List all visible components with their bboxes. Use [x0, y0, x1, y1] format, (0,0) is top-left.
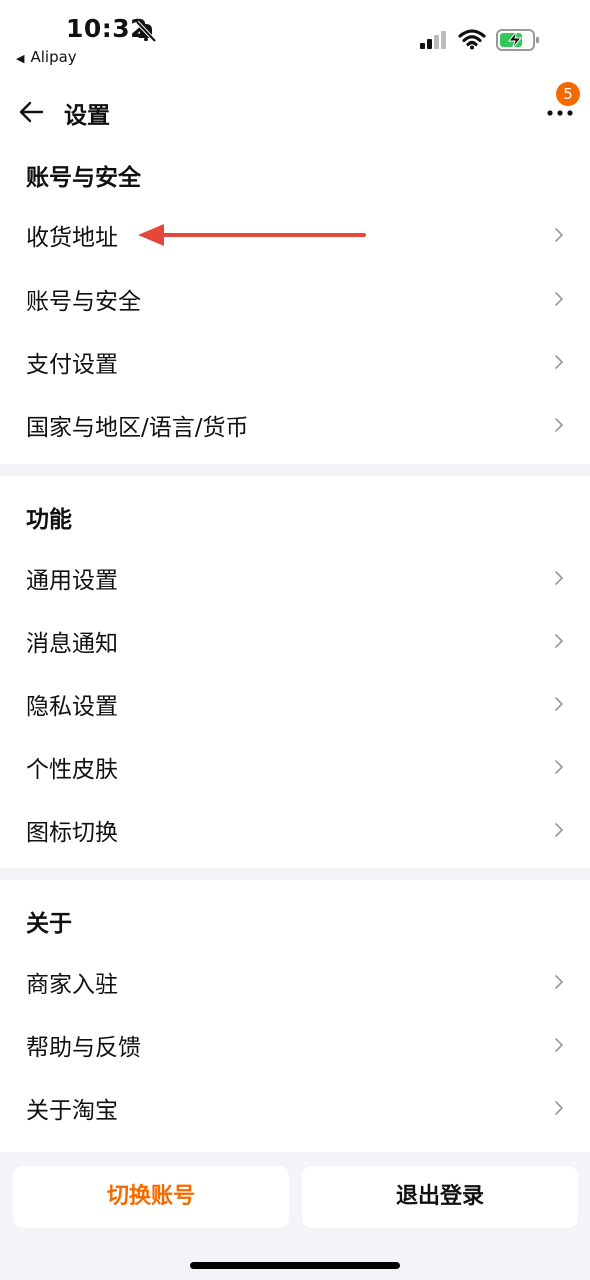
- section-account: 账号与安全 收货地址 账号与安全 支付设置 国家与地区/语言/货币: [0, 144, 590, 464]
- settings-item-help-feedback[interactable]: 帮助与反馈: [0, 1014, 590, 1076]
- settings-item-general[interactable]: 通用设置: [0, 547, 590, 609]
- settings-item-label: 商家入驻: [26, 972, 118, 998]
- chevron-right-icon: [555, 355, 563, 369]
- bell-muted-icon: [135, 20, 157, 42]
- page-title: 设置: [64, 103, 110, 129]
- chevron-right-icon: [555, 823, 563, 837]
- settings-item-label: 帮助与反馈: [26, 1035, 141, 1061]
- settings-item-label: 关于淘宝: [26, 1098, 118, 1124]
- section-title: 功能: [26, 507, 72, 533]
- settings-item-label: 个性皮肤: [26, 757, 118, 783]
- home-indicator[interactable]: [190, 1262, 400, 1269]
- settings-item-label: 账号与安全: [26, 289, 141, 315]
- chevron-right-icon: [555, 292, 563, 306]
- settings-item-label: 支付设置: [26, 352, 118, 378]
- chevron-right-icon: [555, 418, 563, 432]
- chevron-right-icon: [555, 1101, 563, 1115]
- battery-charging-icon: [496, 29, 539, 51]
- settings-item-payment[interactable]: 支付设置: [0, 331, 590, 393]
- settings-item-label: 隐私设置: [26, 694, 118, 720]
- section-title: 账号与安全: [26, 165, 141, 191]
- cellular-signal-icon: [420, 31, 446, 49]
- chevron-right-icon: [555, 634, 563, 648]
- back-app-label: Alipay: [30, 48, 77, 66]
- chevron-right-icon: [555, 228, 563, 242]
- section-features: 功能 通用设置 消息通知 隐私设置 个性皮肤 图标切换: [0, 476, 590, 868]
- settings-item-label: 图标切换: [26, 820, 118, 846]
- status-bar: 10:32 ◀ Alipay: [0, 0, 590, 80]
- settings-item-label: 消息通知: [26, 631, 118, 657]
- chevron-right-icon: [555, 760, 563, 774]
- settings-item-notifications[interactable]: 消息通知: [0, 610, 590, 672]
- settings-item-privacy[interactable]: 隐私设置: [0, 673, 590, 735]
- settings-item-skin[interactable]: 个性皮肤: [0, 736, 590, 798]
- settings-item-label: 通用设置: [26, 568, 118, 594]
- section-about: 关于 商家入驻 帮助与反馈 关于淘宝: [0, 880, 590, 1152]
- wifi-icon: [458, 29, 486, 50]
- chevron-right-icon: [555, 975, 563, 989]
- back-triangle-icon: ◀: [16, 52, 25, 65]
- settings-item-merchant[interactable]: 商家入驻: [0, 951, 590, 1013]
- settings-item-about-taobao[interactable]: 关于淘宝: [0, 1077, 590, 1139]
- nav-bar: 设置: [0, 80, 590, 144]
- chevron-right-icon: [555, 571, 563, 585]
- notification-badge: 5: [556, 82, 580, 106]
- chevron-right-icon: [555, 697, 563, 711]
- chevron-right-icon: [555, 1038, 563, 1052]
- section-title: 关于: [26, 911, 72, 937]
- bottom-action-bar: 切换账号 退出登录: [0, 1152, 590, 1280]
- logout-button[interactable]: 退出登录: [302, 1166, 578, 1228]
- back-to-app[interactable]: ◀ Alipay: [16, 48, 77, 66]
- settings-item-app-icon[interactable]: 图标切换: [0, 799, 590, 861]
- settings-item-account-security[interactable]: 账号与安全: [0, 268, 590, 330]
- settings-item-label: 收货地址: [26, 225, 118, 251]
- switch-account-button[interactable]: 切换账号: [13, 1166, 289, 1228]
- settings-item-label: 国家与地区/语言/货币: [26, 415, 249, 441]
- annotation-arrow-icon: [138, 224, 366, 246]
- back-arrow-icon[interactable]: [18, 98, 46, 126]
- settings-item-region-language-currency[interactable]: 国家与地区/语言/货币: [0, 394, 590, 456]
